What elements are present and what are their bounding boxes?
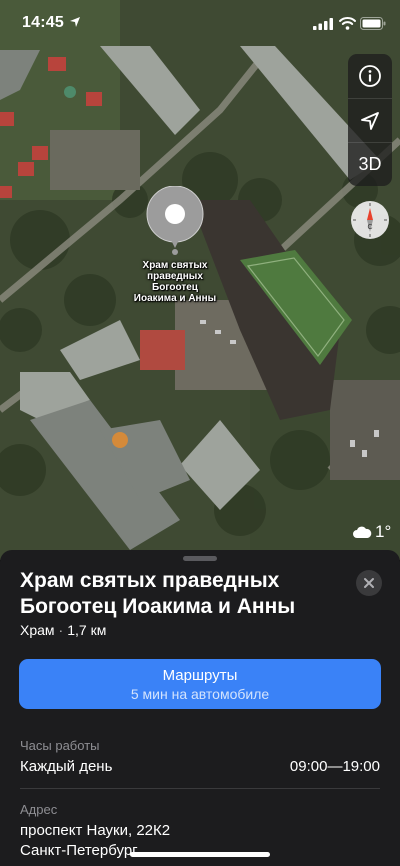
- address-line-1[interactable]: проспект Науки, 22К2: [20, 822, 170, 839]
- pin-label-line: праведных: [147, 271, 203, 282]
- place-card: Храм святых праведных Богоотец Иоакима и…: [0, 550, 400, 866]
- pin-label-line: Иоакима и Анны: [133, 293, 217, 304]
- status-bar: 14:45: [0, 0, 400, 46]
- toggle-3d-label: 3D: [358, 154, 382, 174]
- place-subtitle: Храм · 1,7 км: [20, 622, 107, 638]
- map-info-button[interactable]: [348, 54, 392, 98]
- svg-text:С: С: [367, 224, 372, 231]
- location-arrow-icon: [361, 111, 379, 130]
- place-title: Храм святых праведных Богоотец Иоакима и…: [20, 569, 296, 618]
- battery-icon: [360, 17, 386, 30]
- directions-button[interactable]: Маршруты 5 мин на автомобиле: [19, 659, 381, 709]
- location-services-icon: [70, 17, 80, 27]
- hours-label: Часы работы: [20, 738, 100, 753]
- satellite-map[interactable]: 14:45 3D С Храм святых праведных Богооте…: [0, 0, 400, 560]
- compass-icon[interactable]: С: [350, 200, 390, 240]
- address-line-2[interactable]: Санкт-Петербург: [20, 842, 138, 859]
- weather-indicator: 1°: [352, 522, 391, 542]
- wifi-icon: [339, 17, 356, 30]
- address-label: Адрес: [20, 802, 58, 817]
- pin-label: Храм святых праведных Богоотец Иоакима и…: [105, 260, 245, 304]
- directions-eta: 5 мин на автомобиле: [130, 686, 270, 702]
- divider: [20, 788, 380, 789]
- close-icon: [364, 578, 374, 588]
- map-controls: 3D: [348, 54, 392, 186]
- hours-time-range: 09:00—19:00: [289, 758, 380, 775]
- hours-days: Каждый день: [20, 758, 113, 775]
- place-pin-icon[interactable]: [145, 186, 205, 256]
- directions-label: Маршруты: [162, 667, 238, 684]
- temperature: 1°: [375, 522, 392, 541]
- toggle-3d-button[interactable]: 3D: [348, 142, 392, 186]
- pin-label-line: Богоотец: [152, 282, 198, 293]
- sheet-grabber[interactable]: [183, 556, 217, 561]
- home-indicator[interactable]: [130, 852, 270, 857]
- place-distance: 1,7 км: [67, 622, 107, 638]
- pin-label-line: Храм святых: [142, 260, 208, 271]
- place-category: Храм: [20, 622, 55, 638]
- status-time: 14:45: [22, 14, 64, 31]
- info-icon: [359, 65, 381, 87]
- cloud-icon: [353, 526, 372, 538]
- current-location-button[interactable]: [348, 98, 392, 142]
- close-button[interactable]: [356, 570, 382, 596]
- cellular-signal-icon: [313, 18, 333, 30]
